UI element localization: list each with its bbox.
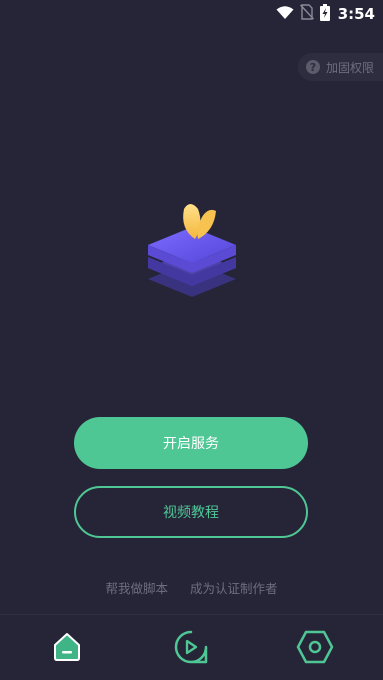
no-sim-icon — [299, 4, 314, 24]
permission-label: 加固权限 — [326, 60, 375, 75]
status-time: 3:54 — [337, 5, 375, 23]
start-service-button[interactable]: 开启服务 — [74, 417, 308, 469]
permission-button[interactable]: ? 加固权限 — [298, 53, 383, 81]
app-logo — [140, 195, 244, 305]
video-tutorial-button[interactable]: 视频教程 — [74, 486, 308, 538]
become-author-link[interactable]: 成为认证制作者 — [190, 578, 278, 597]
nav-settings[interactable] — [296, 630, 334, 668]
status-bar: 3:54 — [0, 0, 383, 28]
battery-charging-icon — [319, 3, 330, 25]
settings-hexagon-icon — [296, 630, 334, 668]
bottom-nav — [0, 615, 383, 680]
status-icons: 3:54 — [276, 3, 375, 25]
nav-play[interactable] — [173, 629, 209, 669]
home-icon — [51, 631, 83, 667]
play-search-icon — [173, 629, 209, 669]
wifi-icon — [276, 5, 294, 24]
footer-links: 帮我做脚本 成为认证制作者 — [0, 578, 383, 597]
nav-home[interactable] — [49, 631, 85, 667]
help-script-link[interactable]: 帮我做脚本 — [105, 578, 168, 597]
question-icon: ? — [306, 60, 320, 74]
